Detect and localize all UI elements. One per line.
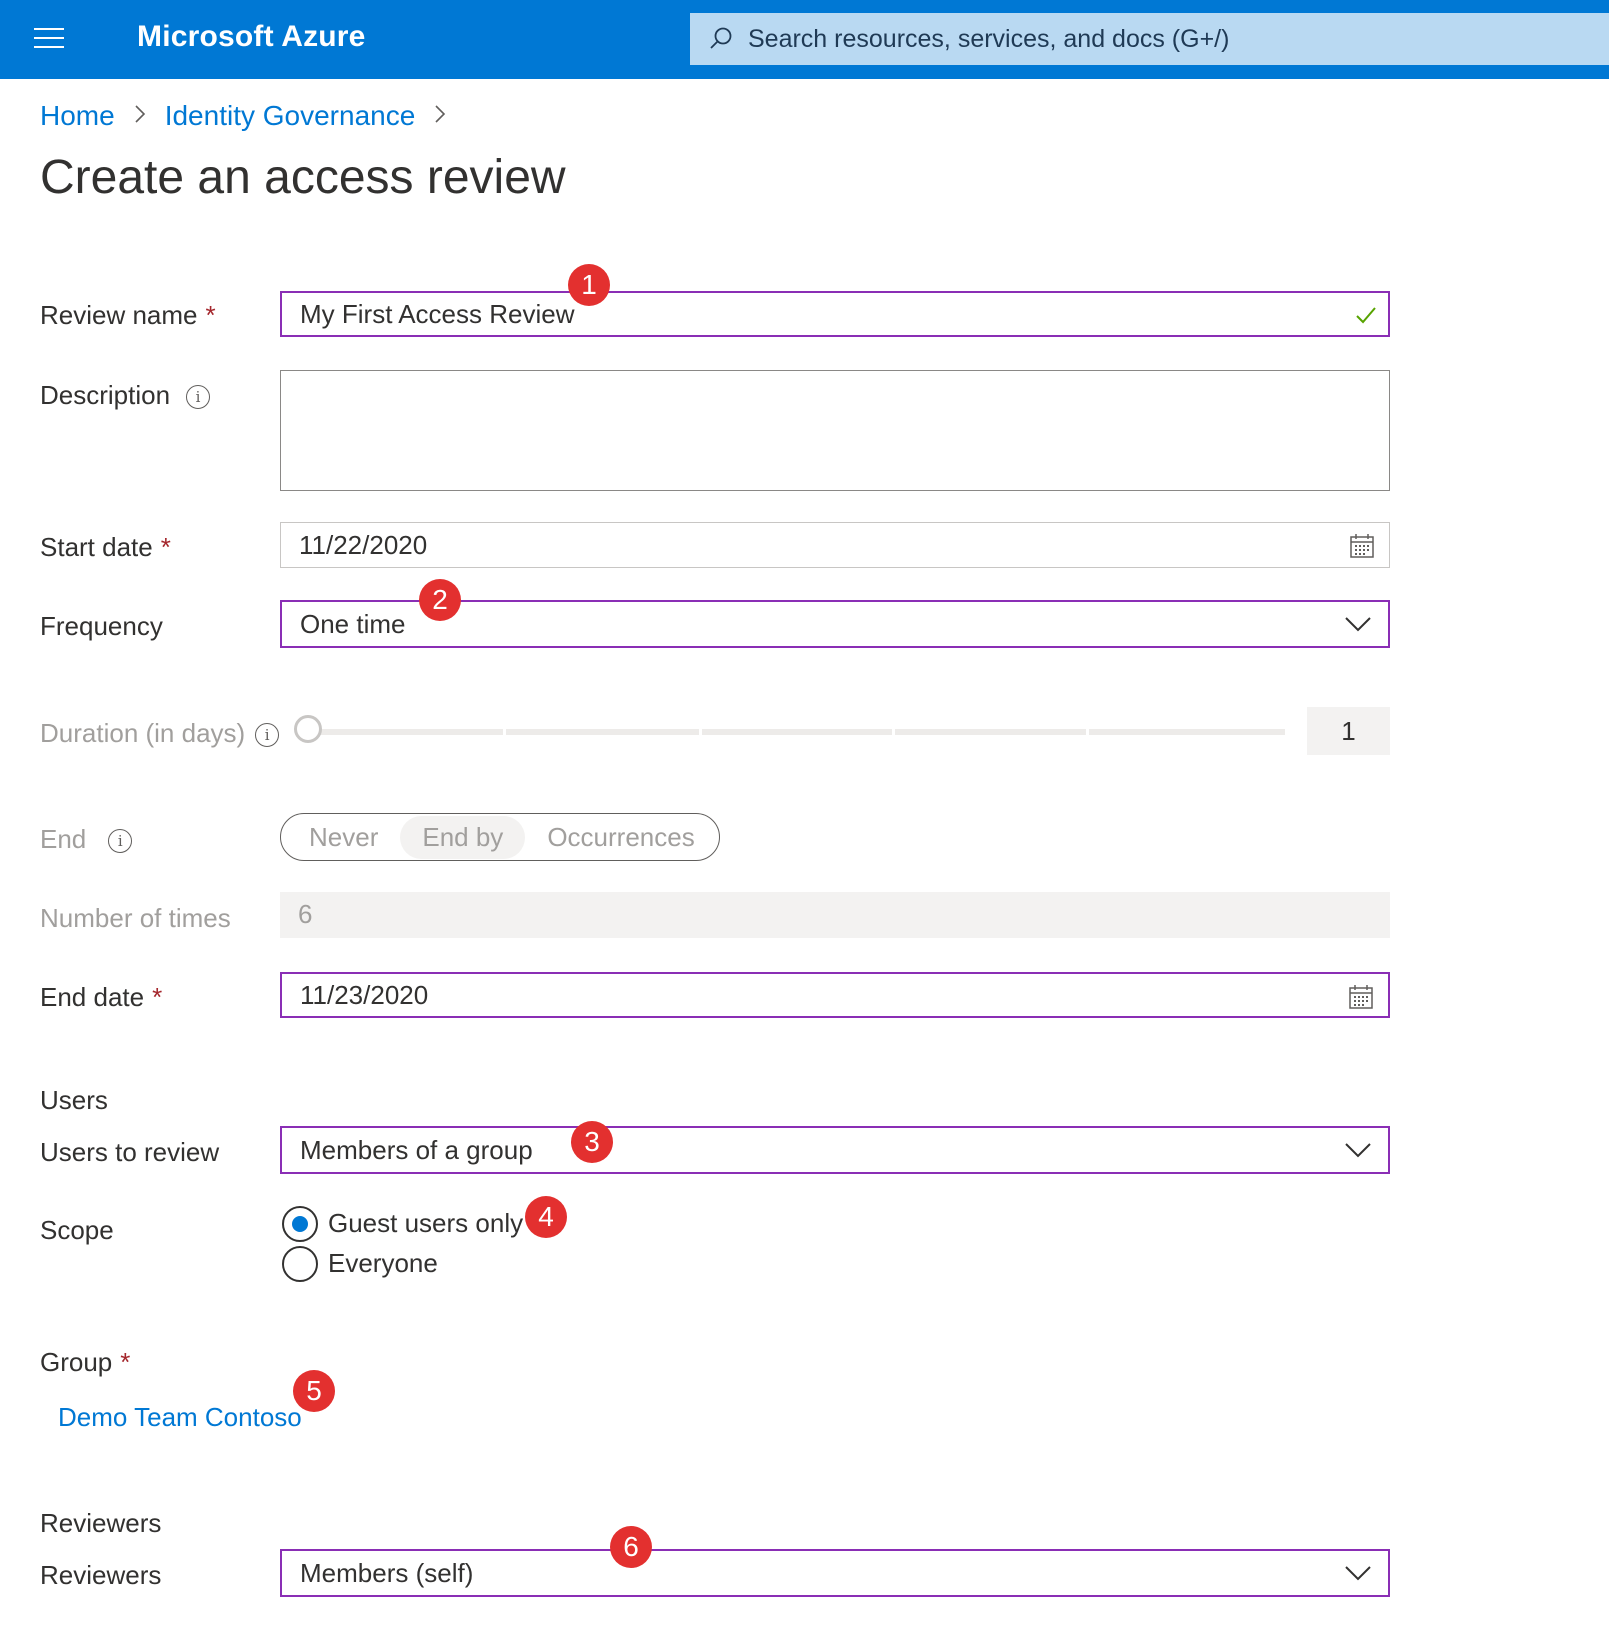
callout-badge-3: 3 — [571, 1121, 613, 1163]
number-of-times-label: Number of times — [40, 903, 231, 933]
checkmark-icon — [1356, 307, 1376, 324]
users-section-heading: Users — [40, 1085, 108, 1115]
chevron-down-icon — [1345, 617, 1371, 632]
required-marker: * — [120, 1347, 131, 1377]
end-toggle-group: Never End by Occurrences — [280, 813, 720, 861]
search-input[interactable] — [748, 13, 1588, 65]
users-to-review-label: Users to review — [40, 1137, 220, 1167]
scope-option-everyone[interactable]: Everyone — [328, 1248, 438, 1279]
required-marker: * — [152, 982, 163, 1012]
end-option-occurrences[interactable]: Occurrences — [525, 816, 716, 859]
search-icon — [710, 27, 732, 49]
scope-label: Scope — [40, 1215, 114, 1245]
end-option-never[interactable]: Never — [287, 816, 400, 859]
reviewers-dropdown[interactable]: Members (self) — [280, 1549, 1390, 1597]
calendar-icon[interactable] — [1348, 984, 1374, 1010]
info-icon[interactable]: i — [186, 385, 211, 410]
page-title: Create an access review — [40, 151, 566, 204]
start-date-value: 11/22/2020 — [299, 530, 428, 560]
menu-icon[interactable] — [34, 28, 64, 50]
global-search[interactable] — [690, 13, 1609, 65]
duration-label: Duration (in days) i — [40, 718, 280, 749]
breadcrumb-home[interactable]: Home — [40, 100, 115, 132]
start-date-input[interactable]: 11/22/2020 — [280, 522, 1390, 568]
required-marker: * — [160, 532, 171, 562]
breadcrumb: Home Identity Governance — [40, 100, 465, 132]
required-marker: * — [205, 300, 216, 330]
reviewers-label: Reviewers — [40, 1560, 162, 1590]
scope-option-guest-users-only[interactable]: Guest users only — [328, 1208, 523, 1239]
review-name-label: Review name * — [40, 300, 216, 330]
calendar-icon[interactable] — [1349, 533, 1375, 559]
info-icon[interactable]: i — [255, 723, 280, 748]
end-date-value: 11/23/2020 — [300, 980, 429, 1010]
description-label: Description i — [40, 380, 211, 411]
breadcrumb-identity-governance[interactable]: Identity Governance — [165, 100, 416, 132]
chevron-right-icon — [433, 100, 447, 132]
start-date-label: Start date * — [40, 532, 171, 562]
group-label: Group * — [40, 1347, 131, 1377]
frequency-label: Frequency — [40, 611, 163, 641]
chevron-down-icon — [1345, 1143, 1371, 1158]
scope-radio-everyone[interactable] — [282, 1246, 318, 1282]
callout-badge-4: 4 — [525, 1196, 567, 1238]
duration-slider-thumb[interactable] — [294, 715, 322, 743]
review-name-value: My First Access Review — [300, 299, 575, 329]
group-link[interactable]: Demo Team Contoso — [58, 1402, 302, 1433]
frequency-value: One time — [300, 609, 406, 639]
end-date-input[interactable]: 11/23/2020 — [280, 972, 1390, 1018]
users-to-review-value: Members of a group — [300, 1135, 533, 1165]
callout-badge-1: 1 — [568, 264, 610, 306]
end-label: End i — [40, 824, 133, 855]
scope-radio-guest-users-only[interactable] — [282, 1206, 318, 1242]
top-bar: Microsoft Azure — [0, 0, 1609, 79]
review-name-input[interactable]: My First Access Review — [280, 291, 1390, 337]
chevron-down-icon — [1345, 1566, 1371, 1581]
portal-brand[interactable]: Microsoft Azure — [137, 20, 366, 54]
callout-badge-6: 6 — [610, 1526, 652, 1568]
number-of-times-value: 6 — [298, 899, 313, 929]
number-of-times-input: 6 — [280, 892, 1390, 938]
end-date-label: End date * — [40, 982, 163, 1012]
callout-badge-2: 2 — [419, 579, 461, 621]
reviewers-section-heading: Reviewers — [40, 1508, 162, 1538]
users-to-review-dropdown[interactable]: Members of a group — [280, 1126, 1390, 1174]
reviewers-value: Members (self) — [300, 1558, 474, 1588]
duration-slider-track[interactable] — [310, 729, 1285, 735]
info-icon[interactable]: i — [108, 829, 133, 854]
callout-badge-5: 5 — [293, 1370, 335, 1412]
description-textarea[interactable] — [280, 370, 1390, 491]
duration-value[interactable]: 1 — [1307, 707, 1390, 755]
end-option-end-by[interactable]: End by — [400, 815, 526, 859]
chevron-right-icon — [133, 100, 147, 132]
